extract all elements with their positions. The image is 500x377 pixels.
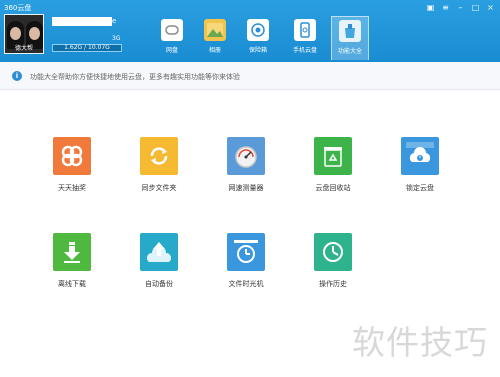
speedometer-icon [227, 137, 265, 175]
info-text: 功能大全帮助你方便快捷地使用云盘，更多有趣实用功能等你来体验 [30, 73, 240, 81]
avatar-caption: 德大帮 [14, 45, 33, 52]
feature-daily-lottery[interactable]: 天天抽奖 [37, 137, 107, 193]
menu-icon[interactable]: ≡ [440, 3, 451, 12]
feature-operation-history[interactable]: 操作历史 [298, 233, 368, 289]
maximize-icon[interactable]: □ [470, 3, 481, 12]
tab-safe[interactable]: 保险箱 [239, 16, 277, 60]
feature-auto-backup[interactable]: 自动备份 [124, 233, 194, 289]
time-machine-icon [227, 233, 265, 271]
quota-text: 1.62G / 10.07G [64, 44, 110, 51]
lock-cloud-icon [401, 137, 439, 175]
toolbox-icon [339, 20, 361, 42]
safe-icon [247, 19, 269, 41]
window-controls: ▣ ≡ – □ × [425, 3, 496, 12]
avatar[interactable]: 德大帮 [4, 14, 44, 54]
photo-icon [204, 19, 226, 41]
tab-photos[interactable]: 相册 [196, 16, 234, 60]
user-name [52, 17, 112, 26]
tab-phone-cloud[interactable]: 手机云盘 [286, 16, 324, 60]
feature-sync-folder[interactable]: 同步文件夹 [124, 137, 194, 193]
title-bar: 360云盘 ▣ ≡ – □ × 德大帮 e 3G 1.62G / 10.07G … [0, 0, 500, 62]
tab-cloud-drive[interactable]: 网盘 [153, 16, 191, 60]
skin-icon[interactable]: ▣ [425, 3, 436, 12]
minimize-icon[interactable]: – [455, 3, 466, 12]
history-icon [314, 233, 352, 271]
feature-recycle-bin[interactable]: 云盘回收站 [298, 137, 368, 193]
quota-level: 3G [112, 35, 121, 42]
close-icon[interactable]: × [485, 3, 496, 12]
app-title: 360云盘 [4, 4, 32, 12]
feature-offline-download[interactable]: 离线下载 [37, 233, 107, 289]
user-name-suffix: e [112, 17, 117, 25]
auto-backup-icon [140, 233, 178, 271]
quota-bar: 1.62G / 10.07G [52, 44, 122, 52]
recycle-bin-icon [314, 137, 352, 175]
offline-download-icon [53, 233, 91, 271]
cloud-icon [161, 19, 183, 41]
feature-lock-drive[interactable]: 锁定云盘 [385, 137, 455, 193]
info-bar: i 功能大全帮助你方便快捷地使用云盘，更多有趣实用功能等你来体验 [0, 62, 500, 90]
phone-cloud-icon [294, 19, 316, 41]
info-icon: i [12, 71, 22, 81]
gift-icon [53, 137, 91, 175]
sync-folder-icon [140, 137, 178, 175]
feature-time-machine[interactable]: 文件时光机 [211, 233, 281, 289]
feature-speed-test[interactable]: 网速测量器 [211, 137, 281, 193]
tab-features[interactable]: 功能大全 [331, 16, 369, 60]
watermark: 软件技巧 [352, 323, 488, 362]
